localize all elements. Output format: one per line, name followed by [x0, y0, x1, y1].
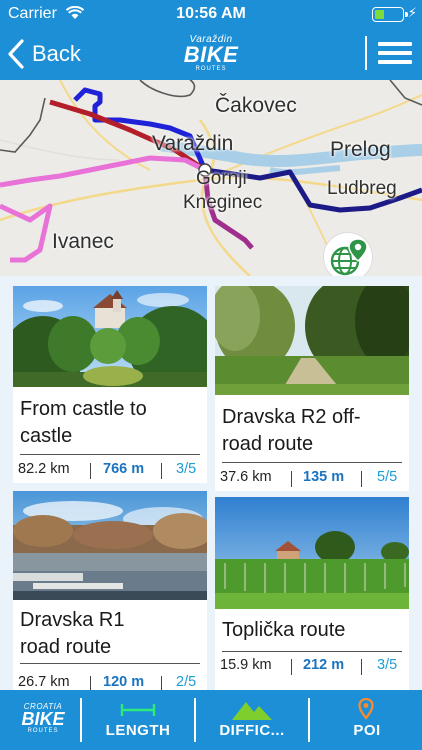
battery-icon [372, 7, 408, 22]
route-length: 15.9 km [220, 657, 272, 673]
route-map[interactable]: Čakovec Varaždin Prelog Gornji Kneginec … [0, 80, 422, 276]
routes-grid: From castle to castle 82.2 km 766 m 3/5 [0, 276, 422, 690]
route-photo-river-boats [13, 491, 207, 600]
stats-separator [161, 463, 162, 479]
route-photo-forest-path [215, 286, 409, 395]
poi-button[interactable]: POI [312, 690, 422, 750]
route-elevation: 120 m [103, 674, 145, 690]
route-title: Dravska R2 off-road route [222, 406, 361, 455]
toolbar-divider [80, 698, 82, 742]
route-difficulty: 5/5 [377, 469, 398, 485]
stats-separator [90, 463, 91, 479]
hamburger-menu-button[interactable] [378, 42, 412, 66]
back-label: Back [32, 41, 81, 66]
route-title: Toplička route [222, 619, 346, 641]
route-difficulty: 3/5 [377, 657, 398, 673]
route-difficulty: 3/5 [176, 461, 197, 477]
stats-divider [20, 663, 200, 664]
stats-divider [222, 651, 402, 652]
app-screen: Carrier 10:56 AM ⚡ Back Varaždin BIKE RO… [0, 0, 422, 750]
route-length: 26.7 km [18, 674, 70, 690]
route-elevation: 766 m [103, 461, 145, 477]
sort-length-button[interactable]: LENGTH [84, 690, 192, 750]
route-photo-castle [13, 286, 207, 387]
route-title: Dravska R1 road route [20, 609, 125, 658]
route-card-dravska-r1[interactable]: Dravska R1 road route 26.7 km 120 m 2/5 [13, 491, 207, 690]
sort-difficulty-button[interactable]: DIFFIC... [198, 690, 306, 750]
stats-separator [161, 676, 162, 690]
stats-separator [361, 471, 362, 487]
stats-divider [222, 462, 402, 463]
navigation-bar: Back Varaždin BIKE ROUTES [0, 28, 422, 80]
globe-pin-icon [330, 238, 368, 276]
difficulty-label: DIFFIC... [219, 722, 285, 739]
map-label-kneginec: Kneginec [183, 192, 263, 213]
ruler-length-icon [120, 704, 156, 716]
mountain-difficulty-icon [232, 702, 272, 720]
nav-divider [365, 36, 367, 70]
varazdin-bike-routes-logo: Varaždin BIKE ROUTES [183, 34, 239, 72]
clock: 10:56 AM [176, 5, 246, 22]
route-stats: 15.9 km 212 m 3/5 [215, 657, 409, 677]
charging-icon: ⚡ [407, 5, 417, 20]
stats-separator [90, 676, 91, 690]
map-label-ludbreg: Ludbreg [327, 178, 397, 199]
route-stats: 37.6 km 135 m 5/5 [215, 469, 409, 489]
map-pin-icon [358, 698, 374, 720]
stats-divider [20, 454, 200, 455]
route-length: 82.2 km [18, 461, 70, 477]
route-difficulty: 2/5 [176, 674, 197, 690]
poi-label: POI [353, 722, 381, 739]
stats-separator [291, 471, 292, 487]
map-label-cakovec: Čakovec [215, 94, 297, 117]
route-title: From castle to castle [20, 398, 147, 447]
route-length: 37.6 km [220, 469, 272, 485]
length-label: LENGTH [105, 722, 171, 739]
route-elevation: 212 m [303, 657, 345, 673]
route-stats: 26.7 km 120 m 2/5 [13, 674, 207, 690]
croatia-bike-routes-logo[interactable]: CROATIA BIKE ROUTES [14, 702, 72, 738]
map-label-ivanec: Ivanec [52, 230, 114, 253]
route-stats: 82.2 km 766 m 3/5 [13, 461, 207, 481]
map-label-gornji: Gornji [196, 168, 247, 189]
chevron-left-icon [8, 39, 24, 69]
map-label-prelog: Prelog [330, 138, 391, 161]
status-bar: Carrier 10:56 AM ⚡ [0, 0, 422, 28]
toolbar-divider [308, 698, 310, 742]
globe-location-button[interactable] [323, 232, 373, 276]
route-card-toplicka[interactable]: Toplička route 15.9 km 212 m 3/5 [215, 497, 409, 690]
stats-separator [361, 659, 362, 675]
route-elevation: 135 m [303, 469, 345, 485]
stats-separator [291, 659, 292, 675]
route-card-dravska-r2[interactable]: Dravska R2 off-road route 37.6 km 135 m … [215, 286, 409, 491]
route-card-from-castle-to-castle[interactable]: From castle to castle 82.2 km 766 m 3/5 [13, 286, 207, 483]
back-button[interactable]: Back [6, 36, 81, 72]
toolbar-divider [194, 698, 196, 742]
map-label-varazdin: Varaždin [152, 132, 234, 155]
bottom-toolbar: CROATIA BIKE ROUTES LENGTH DIFFIC... POI [0, 690, 422, 750]
route-photo-vineyard [215, 497, 409, 609]
